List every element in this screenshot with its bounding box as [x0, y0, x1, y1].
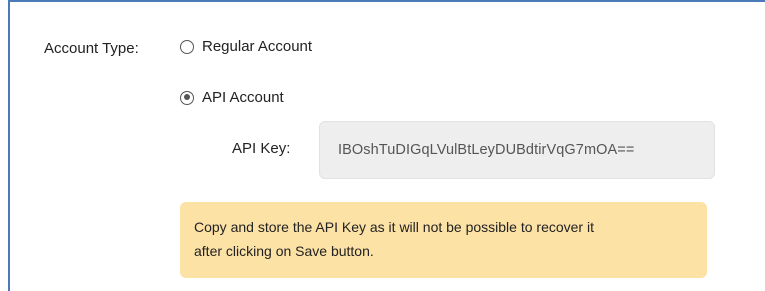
api-key-warning-notice: Copy and store the API Key as it will no…	[180, 202, 707, 278]
notice-line-1: Copy and store the API Key as it will no…	[194, 219, 594, 235]
api-account-radio[interactable]	[180, 90, 194, 105]
regular-account-radio[interactable]	[180, 39, 194, 54]
regular-account-option[interactable]: Regular Account	[180, 38, 312, 55]
regular-account-label[interactable]: Regular Account	[202, 38, 312, 55]
notice-line-2: after clicking on Save button.	[194, 243, 374, 259]
api-key-label: API Key:	[232, 140, 291, 157]
api-account-label[interactable]: API Account	[202, 89, 284, 106]
account-settings-panel: Account Type: Regular Account API Accoun…	[8, 0, 765, 291]
api-key-field[interactable]: IBOshTuDIGqLVulBtLeyDUBdtirVqG7mOA==	[319, 121, 715, 179]
api-key-value[interactable]: IBOshTuDIGqLVulBtLeyDUBdtirVqG7mOA==	[338, 142, 634, 158]
account-type-label: Account Type:	[44, 40, 139, 57]
api-account-option[interactable]: API Account	[180, 89, 284, 106]
